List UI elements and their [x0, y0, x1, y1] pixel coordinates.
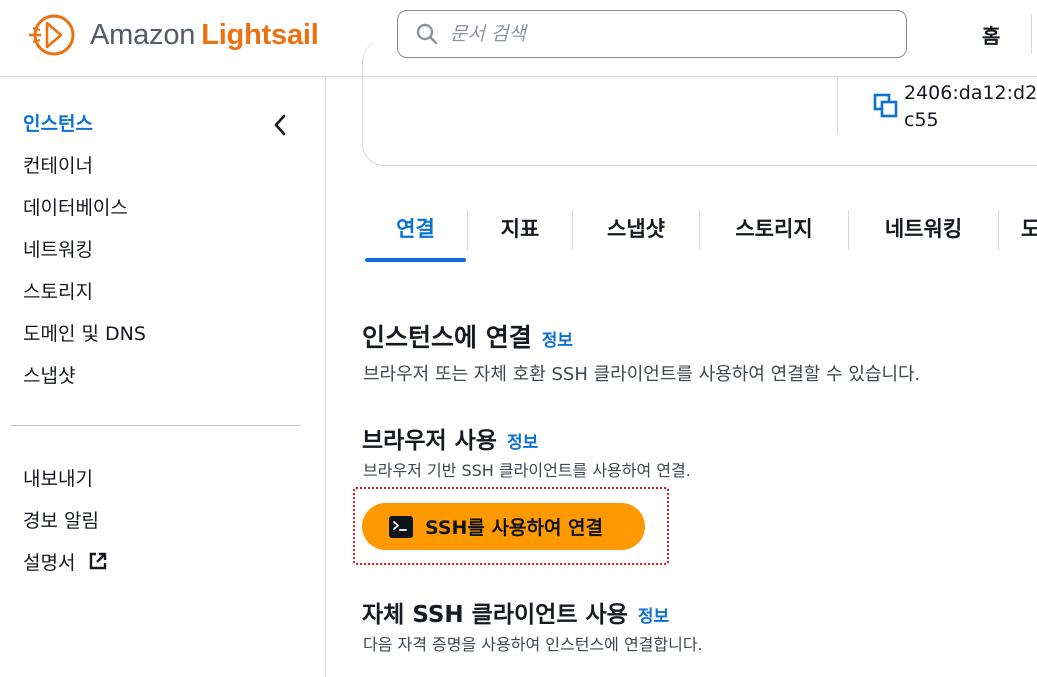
sidebar-item-documentation[interactable]: 설명서 [23, 548, 108, 575]
sidebar-item-databases[interactable]: 데이터베이스 [23, 193, 128, 220]
instance-tabs: 연결 지표 스냅샷 스토리지 네트워킹 도 [365, 208, 1037, 264]
lightsail-logo-icon [29, 14, 75, 56]
sidebar-item-domains-dns[interactable]: 도메인 및 DNS [23, 319, 146, 346]
ipv6-address-line1: 2406:da12:d2 [904, 82, 1037, 104]
own-client-info-link[interactable]: 정보 [638, 607, 669, 627]
tab-more-truncated[interactable]: 도 [1021, 208, 1037, 250]
card-column-divider [837, 77, 838, 134]
sidebar-divider [10, 425, 301, 426]
ipv6-address: 2406:da12:d2 c55 [904, 80, 1037, 134]
browser-info-link[interactable]: 정보 [507, 433, 538, 453]
ssh-button-label: SSH를 사용하여 연결 [425, 517, 604, 539]
sidebar-item-instances[interactable]: 인스턴스 [23, 109, 93, 136]
logo-amazon-text: Amazon [90, 18, 196, 51]
connect-title: 인스턴스에 연결 [362, 323, 532, 352]
tab-metrics[interactable]: 지표 [468, 208, 572, 250]
tab-networking[interactable]: 네트워킹 [849, 208, 998, 250]
sidebar-item-storage[interactable]: 스토리지 [23, 277, 93, 304]
collapse-sidebar-icon[interactable] [268, 111, 292, 139]
browser-title: 브라우저 사용 [362, 428, 497, 454]
lightsail-logo[interactable]: Amazon Lightsail [28, 11, 319, 59]
connect-using-ssh-button[interactable]: SSH를 사용하여 연결 [362, 503, 645, 550]
own-client-title: 자체 SSH 클라이언트 사용 [362, 602, 628, 628]
sidebar-item-snapshots[interactable]: 스냅샷 [23, 361, 75, 388]
documentation-label: 설명서 [23, 552, 76, 574]
sidebar-item-containers[interactable]: 컨테이너 [23, 151, 93, 178]
sidebar-item-alarm-notifications[interactable]: 경보 알림 [23, 506, 99, 533]
tab-separator [998, 210, 999, 250]
tab-connect[interactable]: 연결 [365, 208, 466, 250]
tab-storage[interactable]: 스토리지 [700, 208, 848, 250]
browser-description: 브라우저 기반 SSH 클라이언트를 사용하여 연결. [363, 461, 691, 480]
own-client-description: 다음 자격 증명을 사용하여 인스턴스에 연결합니다. [363, 635, 703, 654]
tab-snapshots[interactable]: 스냅샷 [573, 208, 699, 250]
ipv6-address-line2: c55 [904, 109, 939, 131]
browser-section-heading: 브라우저 사용 정보 [362, 421, 538, 455]
connect-info-link[interactable]: 정보 [542, 331, 573, 351]
sidebar-item-export[interactable]: 내보내기 [23, 464, 93, 491]
active-tab-indicator [365, 258, 466, 262]
connect-description: 브라우저 또는 자체 호환 SSH 클라이언트를 사용하여 연결할 수 있습니다… [363, 364, 921, 385]
external-link-icon [89, 552, 106, 570]
connect-section-heading: 인스턴스에 연결 정보 [362, 318, 573, 354]
logo-lightsail-text: Lightsail [201, 18, 319, 51]
copy-icon[interactable] [873, 93, 899, 119]
sidebar: 인스턴스 컨테이너 데이터베이스 네트워킹 스토리지 도메인 및 DNS 스냅샷… [0, 77, 326, 677]
sidebar-item-networking[interactable]: 네트워킹 [23, 235, 93, 262]
terminal-icon [389, 515, 413, 538]
logo-wordmark: Amazon Lightsail [90, 19, 319, 52]
own-client-section-heading: 자체 SSH 클라이언트 사용 정보 [362, 595, 669, 629]
